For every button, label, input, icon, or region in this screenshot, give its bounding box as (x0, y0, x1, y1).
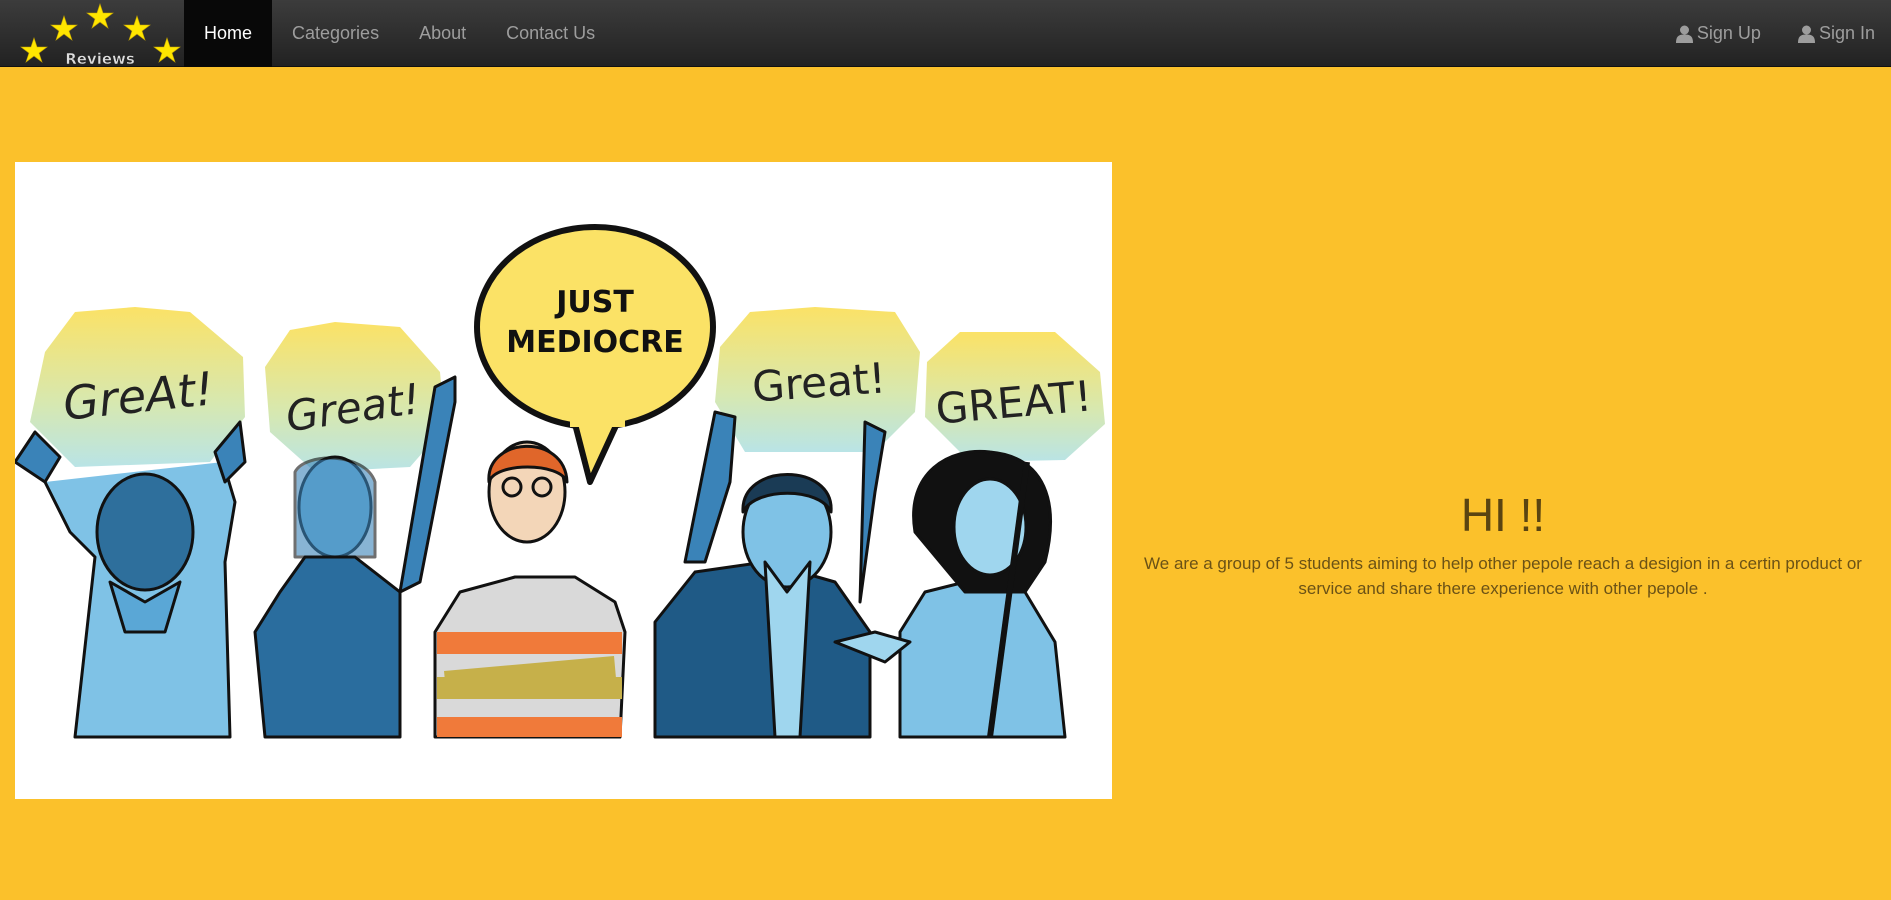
navbar: Reviews Home Categories About Contact Us… (0, 0, 1891, 67)
speech-bubble-mediocre: JUST MEDIOCRE (474, 224, 716, 485)
nav-home[interactable]: Home (184, 0, 273, 67)
logo-text: Reviews (65, 50, 135, 66)
bubble-text-4: Great! (751, 353, 888, 411)
sign-in-label: Sign In (1818, 23, 1875, 43)
speech-bubble-4: Great! (715, 307, 920, 452)
sign-in-link[interactable]: Sign In (1797, 23, 1875, 44)
hero-heading: HI !! (1460, 489, 1546, 541)
sign-up-label: Sign Up (1696, 23, 1761, 43)
star-icon (20, 37, 48, 63)
nav-contact-us[interactable]: Contact Us (486, 0, 615, 67)
account-nav: Sign Up Sign In (1675, 0, 1875, 67)
star-icon (123, 15, 151, 41)
figure-4 (653, 410, 887, 739)
bubble-text-just: JUST (554, 285, 634, 320)
star-icon (86, 3, 114, 29)
sign-up-link[interactable]: Sign Up (1675, 23, 1761, 44)
speech-bubble-2: Great! (265, 322, 445, 472)
reviews-illustration: GreAt! Great! JUST MEDIOCRE Great! GREAT… (15, 162, 1112, 799)
figure-1 (15, 420, 247, 739)
bubble-text-mediocre: MEDIOCRE (506, 325, 684, 360)
nav-categories[interactable]: Categories (272, 0, 399, 67)
star-icon (50, 15, 78, 41)
brand-logo[interactable]: Reviews (14, 2, 184, 66)
star-icon (153, 37, 181, 63)
speech-bubble-1: GreAt! (30, 307, 245, 467)
figure-3 (433, 440, 627, 739)
user-icon (1675, 25, 1693, 43)
speech-bubble-5: GREAT! (925, 332, 1105, 462)
hero-description: We are a group of 5 students aiming to h… (1144, 554, 1862, 598)
main-nav: Home Categories About Contact Us (184, 0, 615, 67)
hero-intro: HI !! We are a group of 5 students aimin… (1128, 485, 1878, 601)
nav-about[interactable]: About (399, 0, 486, 67)
user-icon (1797, 25, 1815, 43)
